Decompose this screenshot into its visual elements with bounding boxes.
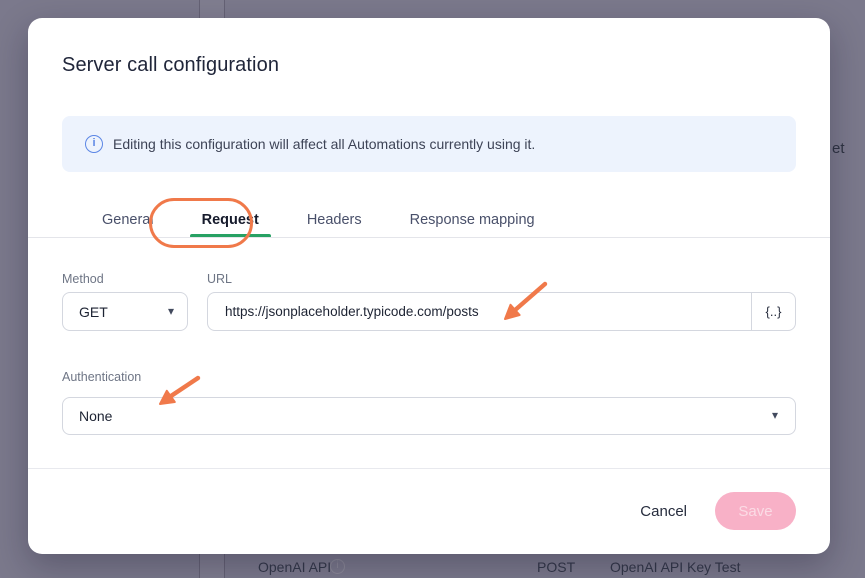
authentication-select[interactable]: None ▾ bbox=[62, 397, 796, 435]
insert-variable-button[interactable]: {..} bbox=[751, 293, 795, 330]
save-button[interactable]: Save bbox=[715, 492, 796, 530]
tab-general[interactable]: General bbox=[90, 203, 166, 237]
dialog-footer: Cancel Save bbox=[28, 468, 830, 554]
authentication-label: Authentication bbox=[62, 370, 141, 384]
info-banner: i Editing this configuration will affect… bbox=[62, 116, 796, 172]
dialog-tabs: General Request Headers Response mapping bbox=[90, 203, 547, 237]
method-label: Method bbox=[62, 272, 104, 286]
chevron-down-icon: ▾ bbox=[168, 304, 174, 318]
method-select[interactable]: GET ▾ bbox=[62, 292, 188, 331]
server-call-configuration-dialog: Server call configuration i Editing this… bbox=[28, 18, 830, 554]
url-input[interactable] bbox=[208, 293, 751, 330]
background-clipped-text: et bbox=[832, 140, 845, 157]
chevron-down-icon: ▾ bbox=[772, 408, 778, 422]
braces-icon: {..} bbox=[766, 304, 782, 319]
url-field: {..} bbox=[207, 292, 796, 331]
background-row-auth: OpenAI API Key Test bbox=[610, 559, 740, 575]
tab-headers[interactable]: Headers bbox=[295, 203, 374, 237]
dialog-title: Server call configuration bbox=[62, 54, 279, 77]
tab-request[interactable]: Request bbox=[190, 203, 271, 237]
url-label: URL bbox=[207, 272, 232, 286]
info-icon: i bbox=[330, 559, 345, 574]
background-table-row: OpenAI API i POST OpenAI API Key Test bbox=[0, 558, 865, 578]
tab-response-mapping[interactable]: Response mapping bbox=[398, 203, 547, 237]
info-icon: i bbox=[85, 135, 103, 153]
method-value: GET bbox=[79, 304, 108, 320]
background-row-name: OpenAI API bbox=[258, 559, 331, 575]
background-row-method: POST bbox=[537, 559, 575, 575]
authentication-value: None bbox=[79, 408, 112, 424]
tabbar-divider bbox=[28, 237, 830, 238]
cancel-button[interactable]: Cancel bbox=[640, 503, 687, 520]
info-banner-text: Editing this configuration will affect a… bbox=[113, 136, 535, 152]
